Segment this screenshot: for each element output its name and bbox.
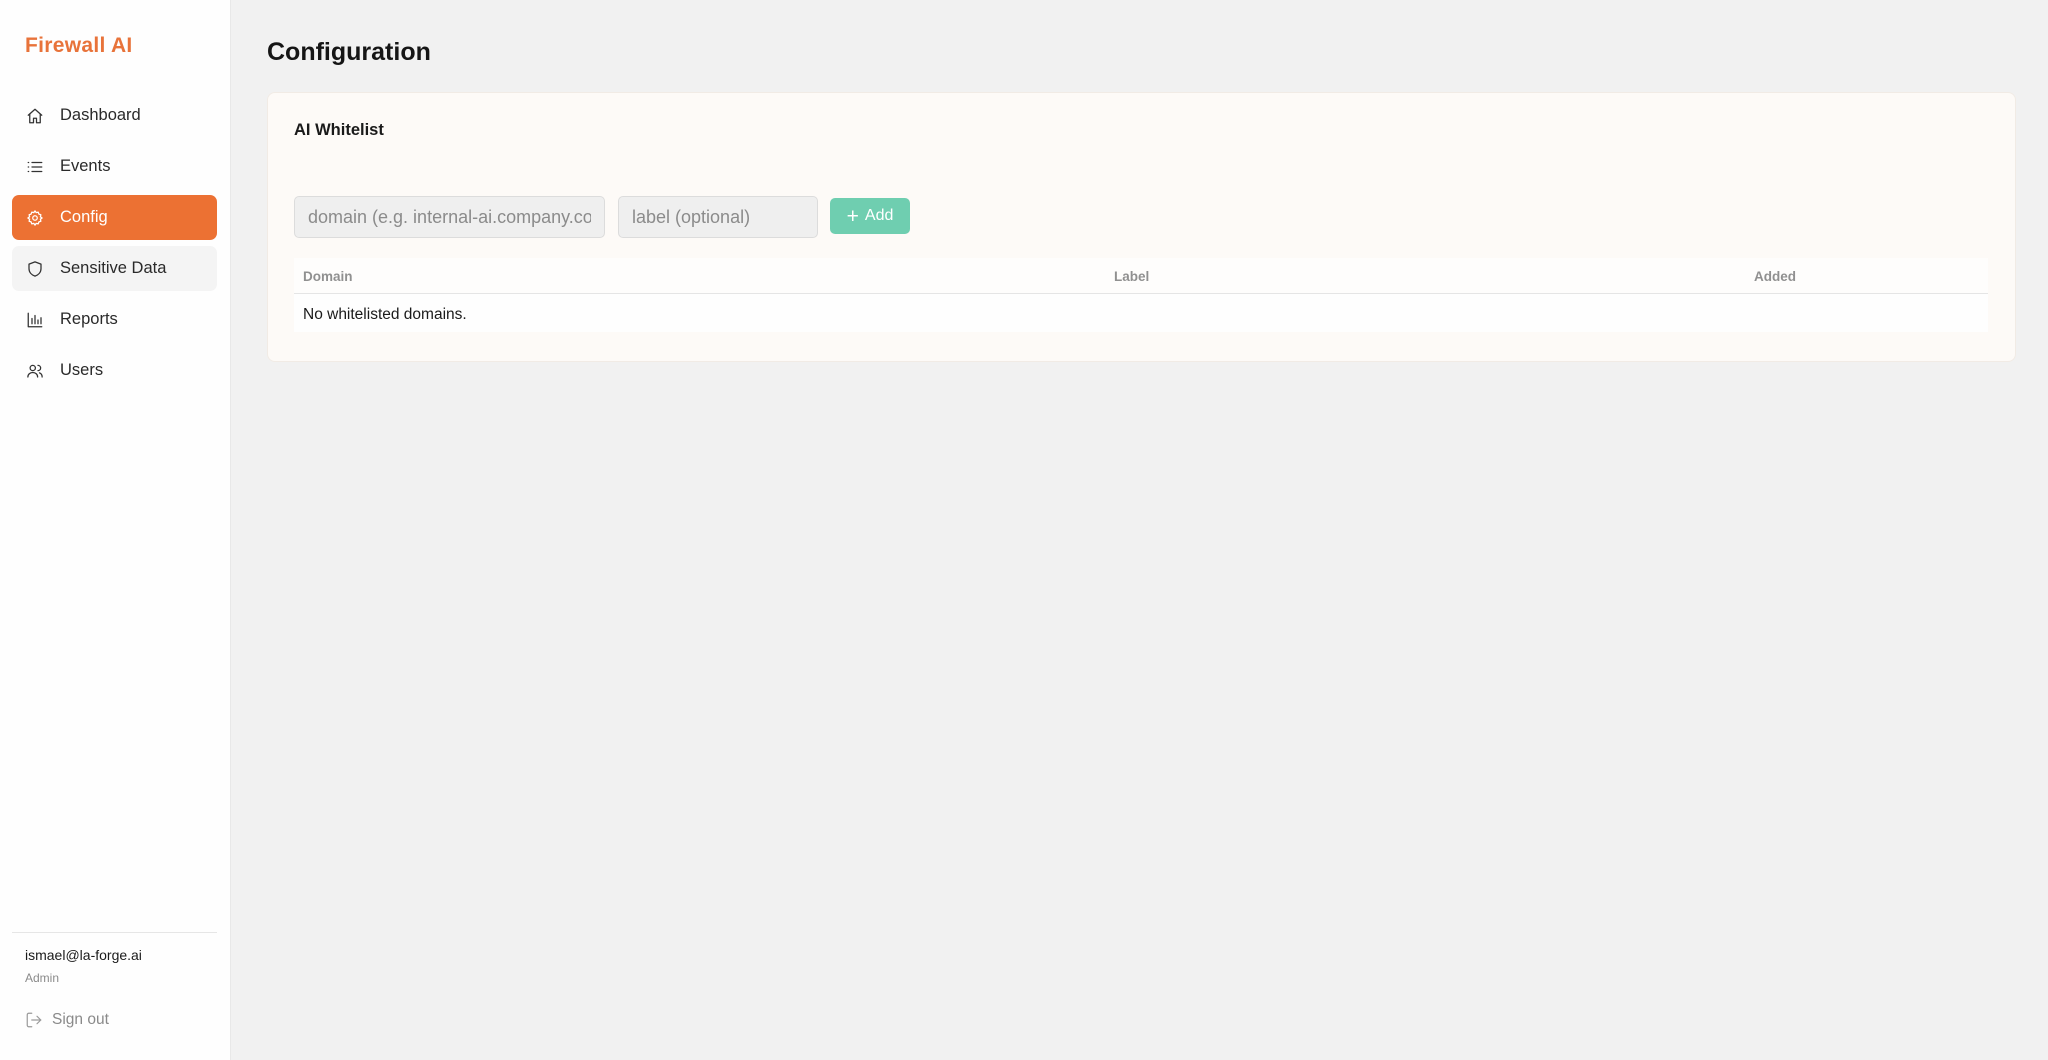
column-header-added: Added	[1754, 269, 1796, 284]
add-domain-button[interactable]: + Add	[830, 198, 910, 234]
sidebar-footer: ismael@la-forge.ai Admin Sign out	[12, 932, 217, 1028]
column-header-domain: Domain	[303, 269, 353, 284]
sidebar-item-label: Dashboard	[60, 106, 141, 124]
sidebar-item-label: Sensitive Data	[60, 259, 167, 277]
sidebar-item-users[interactable]: Users	[12, 348, 217, 393]
sidebar-item-events[interactable]: Events	[12, 144, 217, 189]
sidebar-item-label: Events	[60, 157, 111, 175]
sidebar-item-sensitive-data[interactable]: Sensitive Data	[12, 246, 217, 291]
page-title: Configuration	[267, 38, 431, 66]
sign-out-label: Sign out	[52, 1011, 109, 1028]
user-email: ismael@la-forge.ai	[25, 947, 142, 963]
whitelist-card: AI Whitelist + Add Domain Label Added No…	[267, 92, 2016, 362]
sidebar: Firewall AI Dashboard Events Config Sens…	[0, 0, 231, 1060]
table-header: Domain Label Added	[294, 258, 1988, 294]
domain-input[interactable]	[294, 196, 605, 238]
card-title: AI Whitelist	[294, 121, 384, 139]
sidebar-item-reports[interactable]: Reports	[12, 297, 217, 342]
sidebar-item-label: Users	[60, 361, 104, 379]
column-header-label: Label	[1114, 269, 1150, 284]
sidebar-item-dashboard[interactable]: Dashboard	[12, 93, 217, 138]
shield-icon	[25, 259, 45, 279]
list-icon	[25, 157, 45, 177]
bar-chart-icon	[25, 310, 45, 330]
table-row: No whitelisted domains.	[294, 294, 1988, 332]
sign-out-icon	[26, 1012, 42, 1028]
user-role: Admin	[25, 971, 60, 985]
sidebar-item-config[interactable]: Config	[12, 195, 217, 240]
sidebar-nav: Dashboard Events Config Sensitive Data R…	[12, 93, 217, 399]
home-icon	[25, 106, 45, 126]
plus-icon: +	[846, 204, 859, 228]
add-button-label: Add	[864, 207, 894, 224]
gear-icon	[25, 208, 45, 228]
empty-state-message: No whitelisted domains.	[303, 306, 467, 323]
sign-out-button[interactable]: Sign out	[25, 1011, 109, 1029]
label-input[interactable]	[618, 196, 818, 238]
sidebar-item-label: Reports	[60, 310, 118, 328]
users-icon	[25, 361, 45, 381]
sidebar-item-label: Config	[60, 208, 108, 226]
whitelist-table: Domain Label Added No whitelisted domain…	[294, 258, 1988, 332]
brand-logo[interactable]: Firewall AI	[25, 34, 133, 58]
